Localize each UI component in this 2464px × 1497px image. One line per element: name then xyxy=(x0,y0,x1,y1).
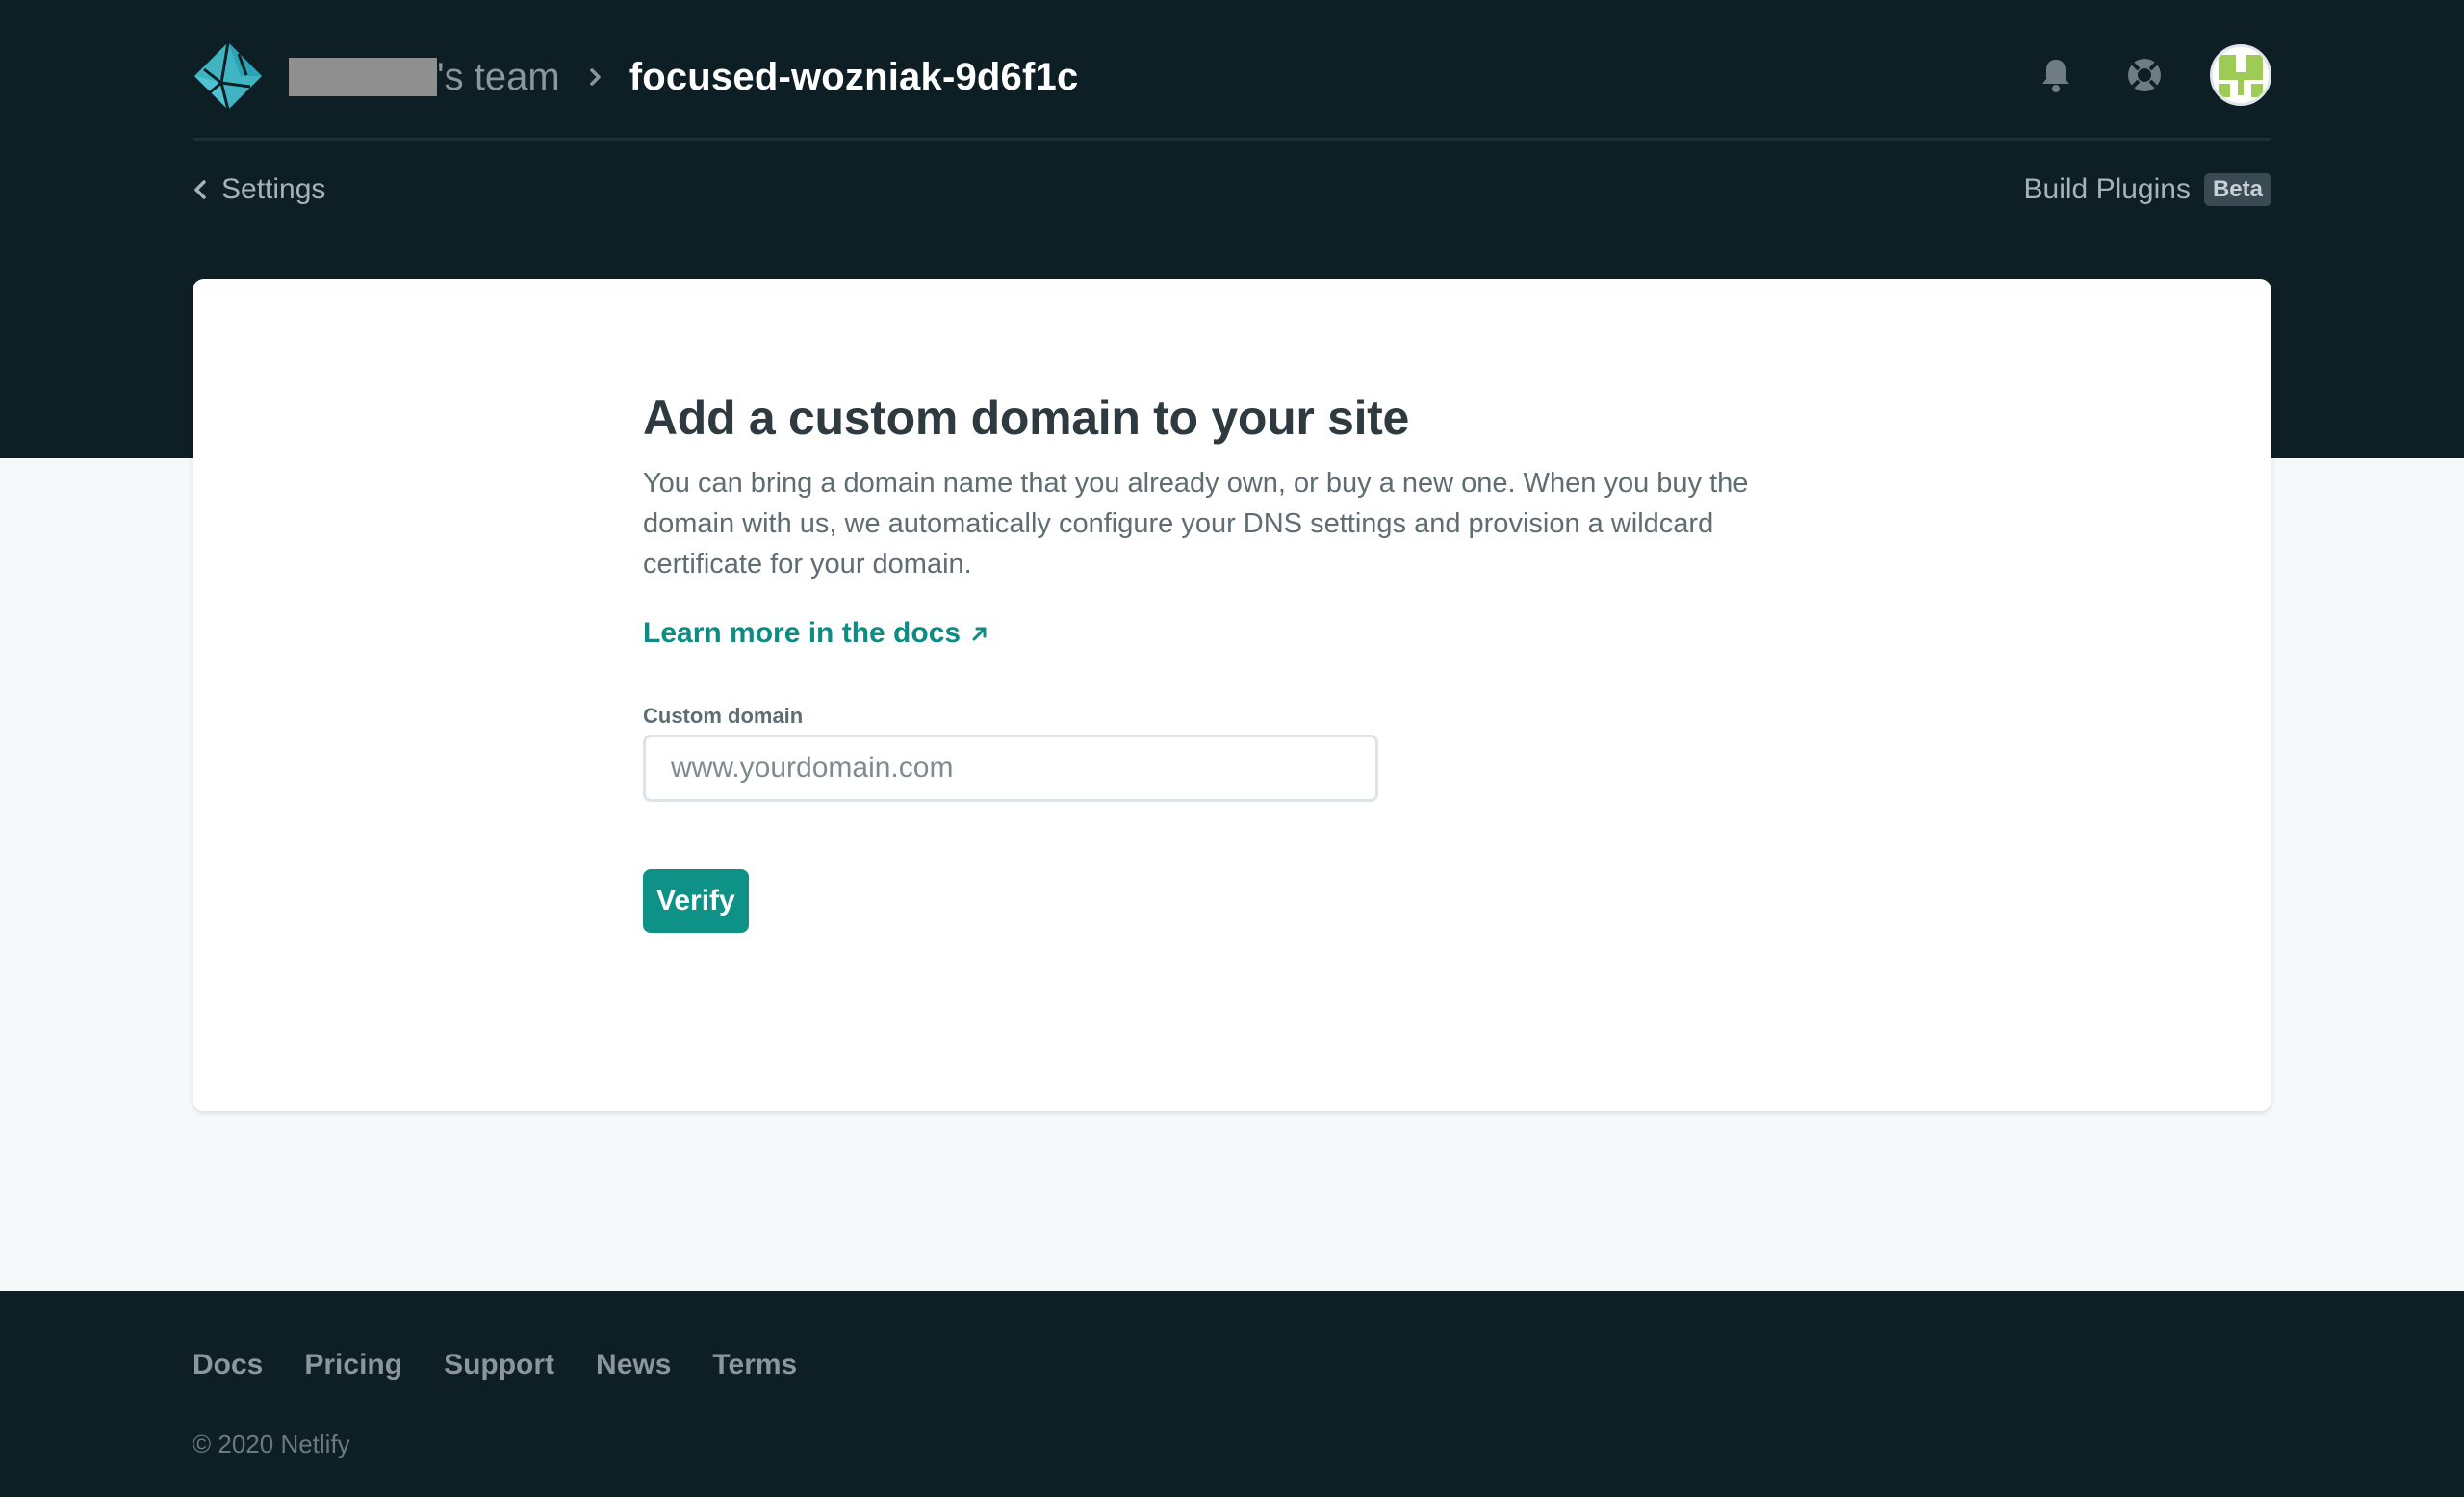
build-plugins-link[interactable]: Build Plugins Beta xyxy=(2024,169,2272,210)
breadcrumb: 's team focused-wozniak-9d6f1c xyxy=(289,50,1078,104)
top-bar: 's team focused-wozniak-9d6f1c xyxy=(192,0,2272,141)
chevron-left-icon xyxy=(194,180,206,199)
docs-link-label: Learn more in the docs xyxy=(643,617,962,649)
copyright: © 2020 Netlify xyxy=(192,1430,350,1458)
custom-domain-label: Custom domain xyxy=(643,704,804,728)
avatar[interactable] xyxy=(2210,44,2272,106)
back-to-settings-link[interactable]: Settings xyxy=(192,169,325,210)
bell-icon[interactable] xyxy=(2033,52,2079,98)
chevron-right-icon xyxy=(581,58,610,96)
custom-domain-card: Add a custom domain to your site You can… xyxy=(192,279,2272,1111)
footer: Docs Pricing Support News Terms © 2020 N… xyxy=(0,1291,2464,1497)
page-title: Add a custom domain to your site xyxy=(643,391,1410,445)
redacted-team-owner xyxy=(289,58,437,96)
team-link[interactable]: 's team xyxy=(437,56,560,99)
footer-nav: Docs Pricing Support News Terms xyxy=(192,1349,797,1381)
learn-more-docs-link[interactable]: Learn more in the docs xyxy=(643,617,989,650)
verify-button[interactable]: Verify xyxy=(643,869,749,933)
footer-link-news[interactable]: News xyxy=(596,1349,671,1381)
card-content: Add a custom domain to your site You can… xyxy=(643,390,1836,933)
description: You can bring a domain name that you alr… xyxy=(643,468,1749,580)
footer-link-support[interactable]: Support xyxy=(444,1349,554,1381)
footer-link-pricing[interactable]: Pricing xyxy=(304,1349,402,1381)
build-plugins-label: Build Plugins xyxy=(2023,173,2191,205)
top-icons xyxy=(2033,44,2272,106)
external-link-arrow-icon xyxy=(972,627,987,641)
beta-badge: Beta xyxy=(2203,173,2272,206)
netlify-logo[interactable] xyxy=(192,40,264,112)
footer-link-docs[interactable]: Docs xyxy=(192,1349,263,1381)
lifebuoy-icon[interactable] xyxy=(2121,52,2168,98)
page: 's team focused-wozniak-9d6f1c Settings … xyxy=(0,0,2464,1497)
site-name-link[interactable]: focused-wozniak-9d6f1c xyxy=(629,56,1079,99)
footer-link-terms[interactable]: Terms xyxy=(712,1349,797,1381)
back-link-label: Settings xyxy=(221,173,326,205)
sub-navigation: Settings Build Plugins Beta xyxy=(192,169,2272,210)
custom-domain-input[interactable] xyxy=(643,735,1378,802)
